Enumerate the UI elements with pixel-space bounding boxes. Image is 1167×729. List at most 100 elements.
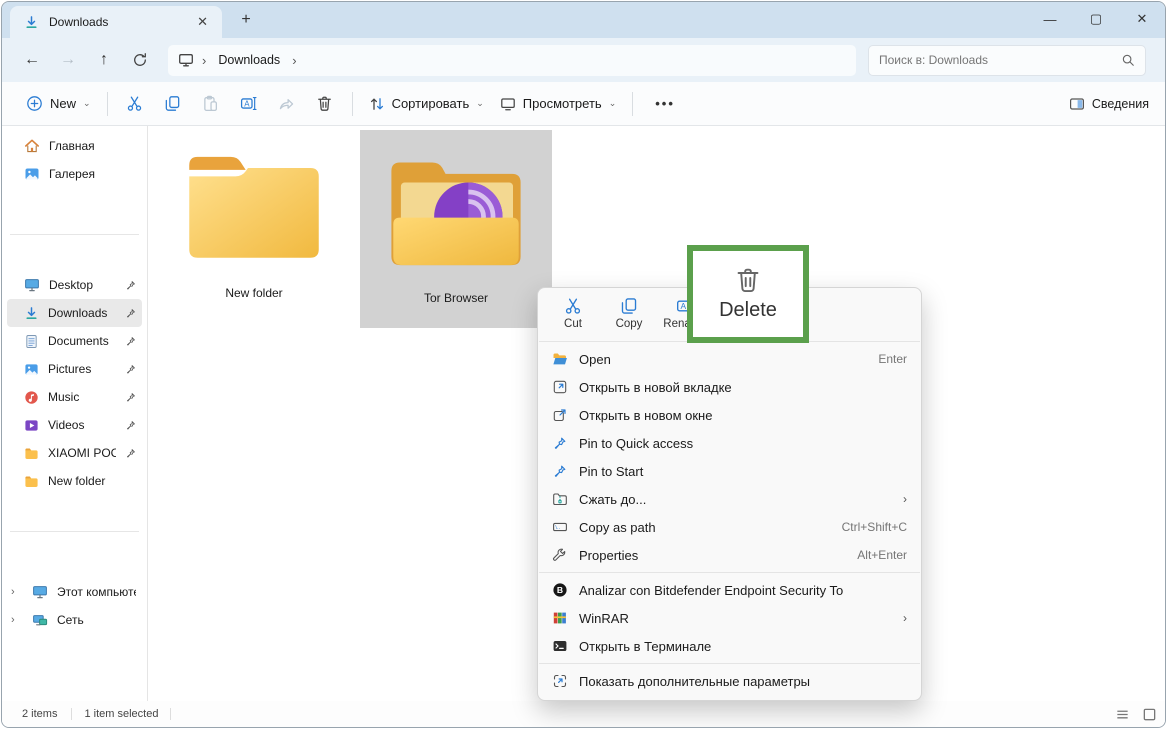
sidebar-item-videos[interactable]: Videos [7,411,142,439]
sidebar-item-home[interactable]: Главная [7,132,142,160]
menu-item-properties[interactable]: Properties Alt+Enter [538,541,921,569]
menu-item-open[interactable]: Open Enter [538,345,921,373]
title-bar: Downloads ✕ + — ▢ ✕ [2,2,1165,38]
new-button[interactable]: New ⌄ [18,89,99,118]
sidebar-item-label: Videos [48,418,116,432]
close-button[interactable]: ✕ [1119,2,1165,36]
open-new-tab-icon [551,379,568,395]
delete-highlight-annotation[interactable]: Delete [687,245,809,343]
menu-item-compress-to[interactable]: Сжать до... › [538,485,921,513]
details-pane-icon [1069,96,1085,112]
sort-arrows-icon [369,96,385,112]
explorer-tab-downloads[interactable]: Downloads ✕ [10,6,222,38]
network-icon [32,612,48,628]
menu-item-bitdefender-scan[interactable]: B Analizar con Bitdefender Endpoint Secu… [538,576,921,604]
cut-icon[interactable] [116,89,154,118]
refresh-button[interactable] [122,52,158,68]
pin-icon [125,336,136,347]
copy-icon[interactable] [154,89,192,118]
sidebar-item-downloads[interactable]: Downloads [7,299,142,327]
search-input[interactable] [879,53,1121,67]
sidebar-item-music[interactable]: Music [7,383,142,411]
sidebar-item-label: Pictures [48,362,116,376]
menu-item-shortcut: Alt+Enter [857,548,907,562]
paste-icon[interactable] [192,89,230,118]
sidebar-item-gallery[interactable]: Галерея [7,160,142,188]
command-bar: New ⌄ A Сортировать ⌄ [2,82,1165,126]
menu-item-open-new-tab[interactable]: Открыть в новой вкладке [538,373,921,401]
sidebar-item-new-folder[interactable]: New folder [7,467,142,495]
file-tile-tor-browser[interactable]: Tor Browser [360,130,552,328]
view-button[interactable]: Просмотреть ⌄ [492,90,624,118]
cut-button[interactable]: Cut [550,297,596,330]
menu-item-open-in-terminal[interactable]: Открыть в Терминале [538,632,921,660]
menu-item-label: Сжать до... [579,492,892,507]
sidebar-item-xiaomi[interactable]: XIAOMI POCO F [7,439,142,467]
view-icon [500,96,516,112]
sidebar-item-pictures[interactable]: Pictures [7,355,142,383]
details-pane-button[interactable]: Сведения [1069,96,1149,112]
rename-icon[interactable]: A [230,89,268,118]
list-view-icon[interactable] [1115,707,1130,722]
sidebar-item-label: Главная [49,139,136,153]
menu-item-show-more-options[interactable]: Показать дополнительные параметры [538,667,921,695]
sidebar-item-label: Documents [48,334,116,348]
menu-item-copy-as-path[interactable]: \.. Copy as path Ctrl+Shift+C [538,513,921,541]
search-box[interactable] [868,45,1146,76]
copy-button[interactable]: Copy [606,297,652,330]
tab-close-icon[interactable]: ✕ [191,13,214,31]
up-button[interactable]: ↑ [86,51,122,69]
search-icon [1121,53,1135,67]
file-tile-new-folder[interactable]: New folder [174,130,334,328]
navigation-pane: Главная Галерея Desktop Downloads Doc [2,126,148,701]
pin-icon [125,392,136,403]
chevron-right-icon[interactable]: › [11,586,23,598]
sidebar-item-this-pc[interactable]: › Этот компьютер [7,578,142,606]
chevron-right-icon[interactable]: › [11,614,23,626]
sort-button[interactable]: Сортировать ⌄ [361,90,492,118]
chevron-down-icon: ⌄ [476,98,484,109]
open-folder-icon [551,351,568,367]
menu-item-label: Properties [579,548,846,563]
menu-item-winrar[interactable]: WinRAR › [538,604,921,632]
sidebar-item-network[interactable]: › Сеть [7,606,142,634]
pin-icon [125,308,136,319]
winrar-icon [551,610,568,626]
menu-item-label: Показать дополнительные параметры [579,674,907,689]
items-count: 2 items [22,708,72,720]
sidebar-item-desktop[interactable]: Desktop [7,271,142,299]
menu-item-pin-quick-access[interactable]: Pin to Quick access [538,429,921,457]
menu-item-label: Copy as path [579,520,831,535]
breadcrumb-downloads[interactable]: Downloads [214,51,284,69]
minimize-button[interactable]: — [1027,2,1073,36]
menu-item-label: WinRAR [579,611,892,626]
maximize-button[interactable]: ▢ [1073,2,1119,36]
share-icon[interactable] [268,89,306,118]
sidebar-item-label: Сеть [57,613,136,627]
back-button[interactable]: ← [14,51,50,69]
wrench-icon [551,548,568,563]
sidebar-item-documents[interactable]: Documents [7,327,142,355]
zip-folder-icon [551,491,568,507]
copy-icon [620,297,638,315]
menu-item-label: Открыть в Терминале [579,639,907,654]
document-icon [24,334,39,349]
view-button-label: Просмотреть [523,96,602,111]
tab-title: Downloads [49,15,181,29]
pin-icon [551,464,568,479]
large-icons-view-icon[interactable] [1142,707,1157,722]
pin-icon [125,448,136,459]
menu-item-open-new-window[interactable]: Открыть в новом окне [538,401,921,429]
delete-icon[interactable] [306,89,344,118]
file-name: New folder [225,286,282,300]
sidebar-item-label: Desktop [49,278,116,292]
status-bar: 2 items 1 item selected [2,701,1165,727]
new-tab-button[interactable]: + [234,11,258,29]
menu-divider [539,572,920,573]
forward-button[interactable]: → [50,51,86,69]
menu-item-shortcut: Enter [878,352,907,366]
more-options-icon[interactable]: ••• [641,96,689,111]
menu-item-pin-to-start[interactable]: Pin to Start [538,457,921,485]
address-bar[interactable]: › Downloads › [168,45,856,76]
menu-item-label: Analizar con Bitdefender Endpoint Securi… [579,583,907,598]
